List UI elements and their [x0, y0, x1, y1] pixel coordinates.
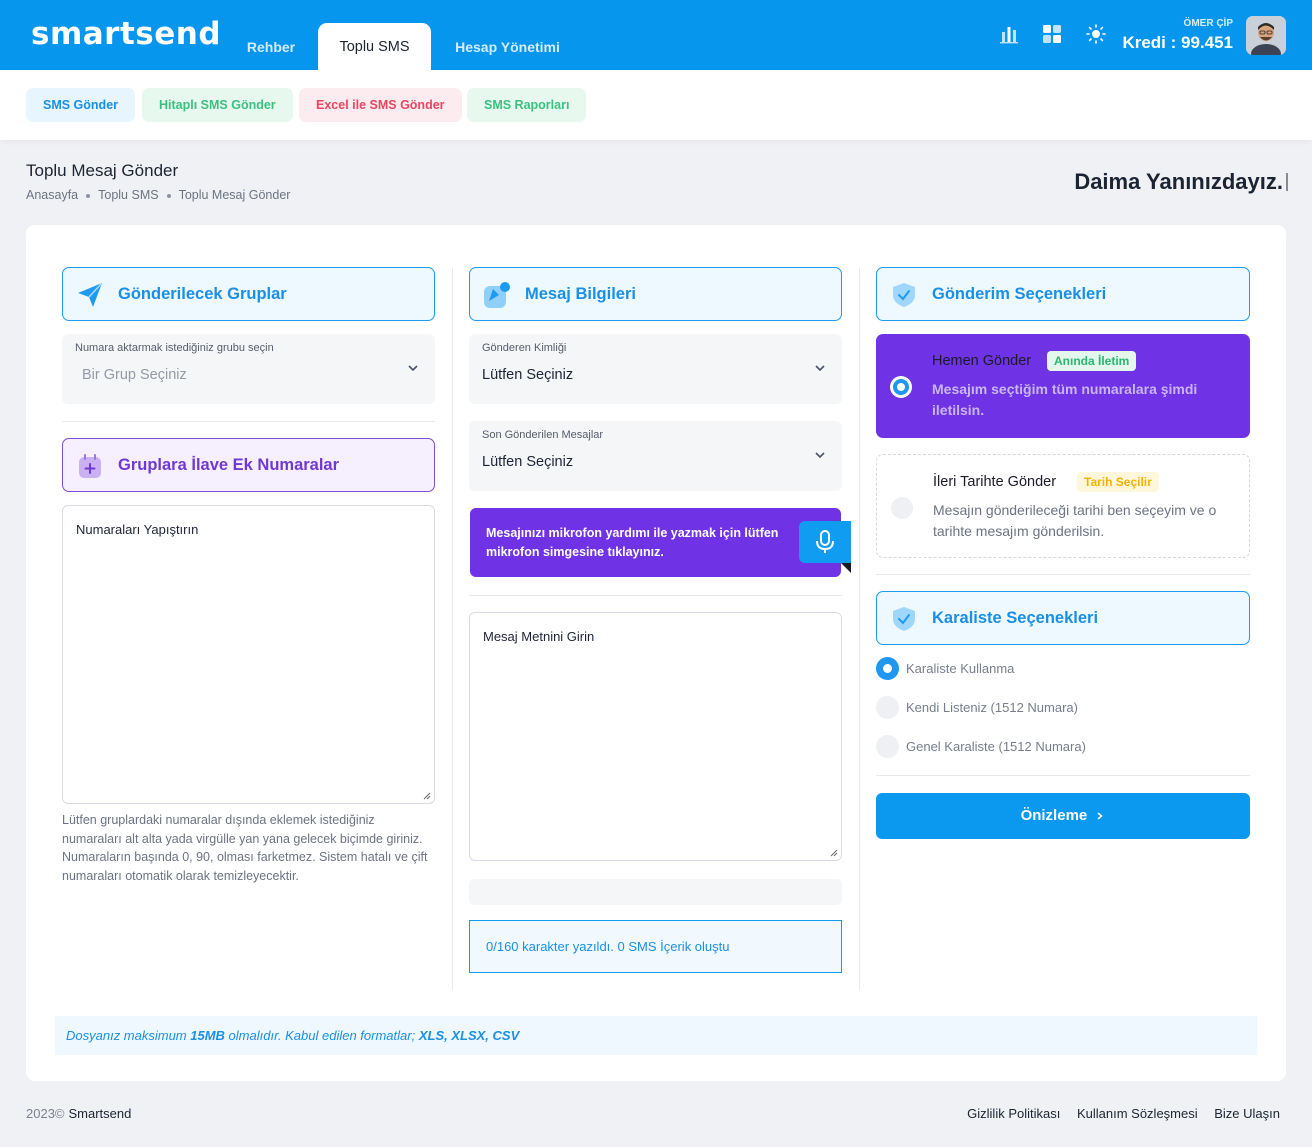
- microphone-notice-text: Mesajınızı mikrofon yardımı ile yazmak i…: [486, 526, 779, 559]
- page-title: Toplu Mesaj Gönder: [26, 161, 179, 180]
- logo[interactable]: smartsend: [31, 16, 221, 52]
- send-options-heading: Gönderim Seçenekleri: [876, 267, 1250, 321]
- divider: [469, 595, 842, 596]
- hitapli-sms-gonder-button[interactable]: Hitaplı SMS Gönder: [142, 88, 293, 122]
- blacklist-radio[interactable]: [876, 696, 899, 719]
- resize-handle-icon[interactable]: [829, 848, 838, 857]
- footer-copyright: 2023© Smartsend: [26, 1106, 132, 1121]
- character-counter: 0/160 karakter yazıldı. 0 SMS İçerik olu…: [469, 920, 842, 973]
- breadcrumb-anasayfa[interactable]: Anasayfa: [26, 188, 78, 202]
- send-now-option[interactable]: Hemen Gönder Anında İletim Mesajım seçti…: [876, 334, 1250, 438]
- extra-numbers-placeholder: Numaraları Yapıştırın: [76, 522, 199, 537]
- blacklist-option-label: Karaliste Kullanma: [906, 661, 1015, 676]
- divider: [62, 421, 435, 422]
- breadcrumb-toplu-sms[interactable]: Toplu SMS: [98, 188, 158, 202]
- column-divider: [452, 268, 453, 990]
- sun-icon[interactable]: [1086, 24, 1106, 44]
- divider: [876, 775, 1250, 776]
- group-select-label: Numara aktarmak istediğiniz grubu seçin: [75, 342, 274, 354]
- send-now-title: Hemen Gönder: [932, 353, 1032, 369]
- microphone-button[interactable]: [799, 521, 851, 563]
- groups-heading: Gönderilecek Gruplar: [62, 267, 435, 321]
- message-heading: Mesaj Bilgileri: [469, 267, 842, 321]
- message-placeholder: Mesaj Metnini Girin: [483, 629, 595, 644]
- user-name: ÖMER ÇİP: [1183, 18, 1233, 29]
- divider: [876, 574, 1250, 575]
- sms-gonder-button[interactable]: SMS Gönder: [26, 88, 136, 122]
- send-options-heading-title: Gönderim Seçenekleri: [932, 285, 1107, 303]
- apps-grid-icon[interactable]: [1042, 24, 1062, 44]
- file-info-text: Dosyanız maksimum 15MB olmalıdır. Kabul …: [66, 1028, 520, 1043]
- sms-raporlari-button[interactable]: SMS Raporları: [467, 88, 587, 122]
- column-divider: [859, 268, 860, 990]
- top-navbar: smartsend Rehber Toplu SMS Hesap Yönetim…: [0, 0, 1312, 70]
- footer-links: Gizlilik Politikası Kullanım Sözleşmesi …: [954, 1106, 1280, 1121]
- character-counter-text: 0/160 karakter yazıldı. 0 SMS İçerik olu…: [486, 939, 730, 954]
- shield-check-icon: [893, 607, 915, 631]
- send-later-option[interactable]: İleri Tarihte Gönder Tarih Seçilir Mesaj…: [876, 454, 1250, 558]
- nav-tab-hesap-yonetimi[interactable]: Hesap Yönetimi: [441, 23, 574, 70]
- sender-id-select[interactable]: Gönderen Kimliği Lütfen Seçiniz: [469, 334, 842, 404]
- footer-link-privacy[interactable]: Gizlilik Politikası: [967, 1106, 1060, 1121]
- group-select[interactable]: Numara aktarmak istediğiniz grubu seçin …: [62, 334, 435, 404]
- sub-navbar: SMS Gönder Hitaplı SMS Gönder Excel ile …: [0, 70, 1312, 140]
- blacklist-option-label: Kendi Listeniz (1512 Numara): [906, 700, 1078, 715]
- footer-link-terms[interactable]: Kullanım Sözleşmesi: [1077, 1106, 1198, 1121]
- message-icon: [484, 282, 510, 308]
- recent-messages-value: Lütfen Seçiniz: [482, 454, 574, 470]
- preview-button-label: Önizleme: [1020, 807, 1088, 824]
- blacklist-heading: Karaliste Seçenekleri: [876, 591, 1250, 645]
- groups-heading-title: Gönderilecek Gruplar: [118, 285, 287, 303]
- send-later-title: İleri Tarihte Gönder: [933, 474, 1057, 490]
- extra-numbers-textarea[interactable]: Numaraları Yapıştırın: [62, 505, 435, 804]
- chevron-down-icon: [408, 365, 418, 372]
- message-progress-bar: [469, 879, 842, 905]
- resize-handle-icon[interactable]: [422, 791, 431, 800]
- bar-chart-icon[interactable]: [999, 24, 1019, 44]
- nav-tab-rehber[interactable]: Rehber: [234, 23, 308, 70]
- chevron-down-icon: [815, 365, 825, 372]
- chevron-down-icon: [815, 452, 825, 459]
- preview-button[interactable]: Önizleme: [876, 793, 1250, 839]
- footer-brand[interactable]: Smartsend: [69, 1106, 132, 1121]
- breadcrumb: Anasayfa Toplu SMS Toplu Mesaj Gönder: [26, 188, 290, 202]
- sender-id-label: Gönderen Kimliği: [482, 342, 567, 354]
- microphone-icon: [816, 530, 834, 553]
- send-later-badge: Tarih Seçilir: [1077, 472, 1159, 492]
- group-select-value: Bir Grup Seçiniz: [82, 367, 187, 383]
- extra-numbers-hint: Lütfen gruplardaki numaralar dışında ekl…: [62, 813, 428, 883]
- send-later-radio[interactable]: [891, 497, 913, 519]
- blacklist-option-label: Genel Karaliste (1512 Numara): [906, 739, 1086, 754]
- send-now-description: Mesajım seçtiğim tüm numaralara şimdi il…: [932, 381, 1198, 418]
- blacklist-radio[interactable]: [876, 735, 899, 758]
- shield-check-icon: [893, 283, 915, 307]
- footer-link-contact[interactable]: Bize Ulaşın: [1214, 1106, 1280, 1121]
- send-now-radio[interactable]: [890, 376, 912, 398]
- message-heading-title: Mesaj Bilgileri: [525, 285, 636, 303]
- send-now-badge: Anında İletim: [1047, 351, 1137, 371]
- paper-plane-icon: [78, 282, 103, 307]
- microphone-fold: [841, 563, 851, 573]
- send-later-description: Mesajın gönderileceği tarihi ben seçeyim…: [933, 502, 1217, 539]
- avatar[interactable]: [1246, 16, 1286, 55]
- nav-tab-toplu-sms[interactable]: Toplu SMS: [318, 23, 431, 70]
- extra-numbers-heading: Gruplara İlave Ek Numaralar: [62, 438, 435, 492]
- file-info-strip: Dosyanız maksimum 15MB olmalıdır. Kabul …: [55, 1016, 1257, 1055]
- calendar-plus-icon: [79, 454, 101, 478]
- microphone-notice: Mesajınızı mikrofon yardımı ile yazmak i…: [470, 508, 841, 577]
- blacklist-heading-title: Karaliste Seçenekleri: [932, 609, 1099, 627]
- blacklist-radio[interactable]: [876, 657, 899, 680]
- message-textarea[interactable]: Mesaj Metnini Girin: [469, 612, 842, 861]
- recent-messages-select[interactable]: Son Gönderilen Mesajlar Lütfen Seçiniz: [469, 421, 842, 491]
- extra-numbers-heading-title: Gruplara İlave Ek Numaralar: [118, 456, 340, 474]
- credit-balance: Kredi : 99.451: [1122, 33, 1233, 52]
- tagline: Daima Yanınızdayız.: [1074, 169, 1288, 195]
- sender-id-value: Lütfen Seçiniz: [482, 367, 574, 383]
- recent-messages-label: Son Gönderilen Mesajlar: [482, 429, 604, 441]
- excel-ile-sms-gonder-button[interactable]: Excel ile SMS Gönder: [299, 88, 462, 122]
- chevron-right-icon: [1097, 812, 1104, 820]
- breadcrumb-current: Toplu Mesaj Gönder: [178, 188, 291, 202]
